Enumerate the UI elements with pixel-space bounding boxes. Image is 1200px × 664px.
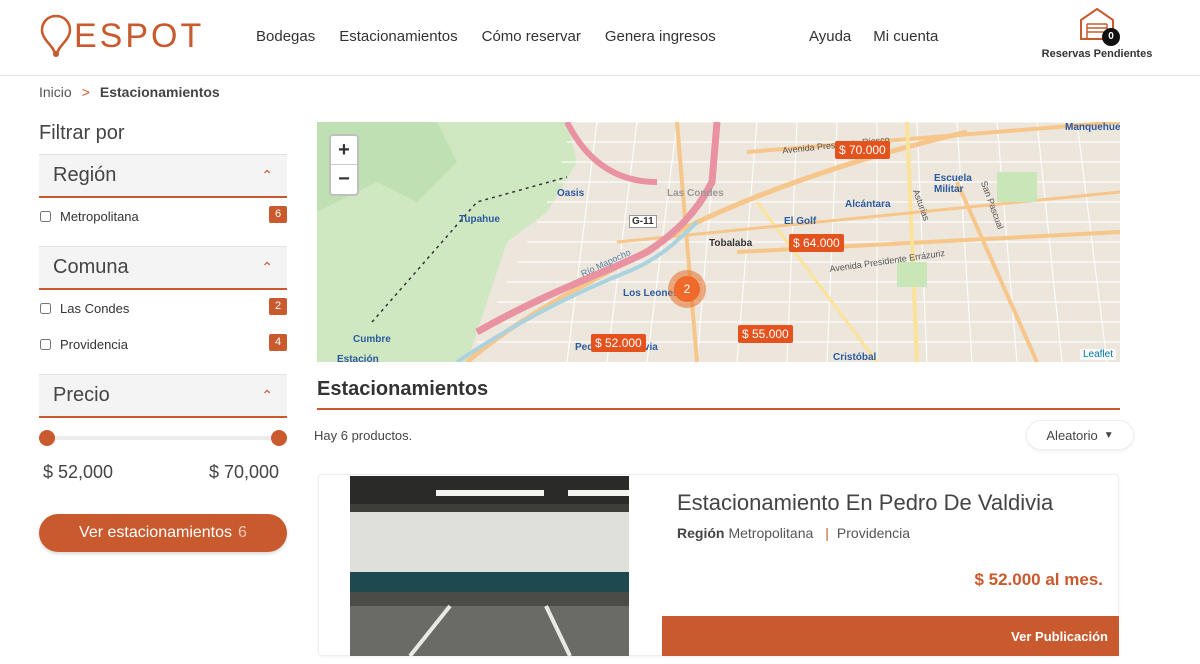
filter-comuna-header[interactable]: Comuna ⌃	[39, 246, 287, 290]
slider-fill	[45, 436, 281, 440]
filter-option: Providencia 4	[39, 326, 287, 362]
filter-region: Región ⌃ Metropolitana 6	[39, 154, 287, 234]
map-label: Cristóbal	[833, 352, 877, 362]
region-label: Región	[677, 525, 725, 541]
zoom-in-button[interactable]: +	[331, 136, 357, 165]
secondary-nav: Ayuda Mi cuenta	[809, 28, 938, 45]
price-marker[interactable]: $ 70.000	[835, 141, 890, 159]
comuna-value: Providencia	[836, 525, 911, 541]
brand-name: ESPOT	[74, 17, 205, 55]
reservas-count-badge: 0	[1102, 28, 1120, 46]
zoom-control: + −	[329, 134, 359, 196]
listing-title: Estacionamientos	[317, 378, 489, 400]
map-label: Alcántara	[845, 199, 891, 210]
filter-precio-header[interactable]: Precio ⌃	[39, 374, 287, 418]
button-label: Ver estacionamientos	[79, 524, 233, 541]
filter-option: Metropolitana 6	[39, 198, 287, 234]
option-label: Las Condes	[60, 300, 130, 316]
meta-separator: |	[825, 525, 829, 541]
chevron-up-icon: ⌃	[261, 259, 273, 275]
price-min-value: $ 52,000	[43, 462, 114, 482]
price-marker[interactable]: $ 55.000	[738, 325, 793, 343]
breadcrumb: Inicio > Estacionamientos	[39, 84, 220, 100]
region-value: Metropolitana	[728, 525, 814, 541]
price-max-value: $ 70,000	[209, 462, 280, 482]
listing-card[interactable]: Estacionamiento En Pedro De Valdivia Reg…	[318, 474, 1119, 656]
price-marker[interactable]: $ 52.000	[591, 334, 646, 352]
sort-dropdown[interactable]: Aleatorio ▼	[1026, 420, 1134, 450]
filter-region-header[interactable]: Región ⌃	[39, 154, 287, 198]
main-nav: Bodegas Estacionamientos Cómo reservar G…	[256, 28, 716, 45]
map-cluster[interactable]: 2	[668, 270, 706, 308]
option-count: 2	[269, 298, 287, 315]
nav-mi-cuenta[interactable]: Mi cuenta	[873, 28, 938, 45]
card-meta: Región Metropolitana | Providencia	[677, 525, 910, 541]
nav-genera-ingresos[interactable]: Genera ingresos	[605, 28, 716, 45]
nav-bodegas[interactable]: Bodegas	[256, 28, 315, 45]
checkbox-providencia[interactable]	[40, 338, 51, 350]
price-marker[interactable]: $ 64.000	[789, 234, 844, 252]
map-label: G-11	[629, 215, 657, 228]
breadcrumb-home[interactable]: Inicio	[39, 84, 72, 100]
map-label: Tupahue	[459, 214, 500, 225]
filter-comuna-title: Comuna	[53, 256, 129, 278]
map[interactable]: + − Oasis Tupahue Cumbre Estación Las Co…	[317, 122, 1120, 362]
map-label: Cumbre	[353, 334, 391, 345]
map-label: Tobalaba	[709, 238, 753, 249]
product-count: Hay 6 productos.	[314, 428, 413, 443]
header: ESPOT Bodegas Estacionamientos Cómo rese…	[0, 0, 1200, 76]
map-label: Oasis	[557, 188, 585, 199]
zoom-out-button[interactable]: −	[331, 165, 357, 194]
ver-estacionamientos-button[interactable]: Ver estacionamientos 6	[39, 514, 287, 552]
breadcrumb-current: Estacionamientos	[99, 84, 220, 100]
slider-min-handle[interactable]	[39, 430, 55, 446]
card-price: $ 52.000 al mes.	[974, 570, 1103, 589]
parking-image	[350, 476, 629, 656]
map-label: Escuela Militar	[934, 173, 972, 195]
filter-region-title: Región	[53, 164, 117, 186]
filter-option: Las Condes 2	[39, 290, 287, 326]
ver-publicacion-button[interactable]: Ver Publicación	[662, 616, 1119, 656]
listing-divider	[317, 408, 1120, 410]
checkbox-las-condes[interactable]	[40, 302, 51, 314]
cluster-count: 2	[674, 276, 700, 302]
option-count: 6	[269, 206, 287, 223]
card-title[interactable]: Estacionamiento En Pedro De Valdivia	[677, 490, 1053, 516]
filter-comuna: Comuna ⌃ Las Condes 2 Providencia 4	[39, 246, 287, 362]
map-label: Manquehue	[1065, 122, 1120, 133]
filter-title: Filtrar por	[39, 122, 125, 144]
nav-estacionamientos[interactable]: Estacionamientos	[339, 28, 457, 45]
location-pin-icon	[40, 14, 72, 57]
button-count: 6	[238, 524, 247, 541]
map-label: Estación	[337, 354, 379, 362]
nav-como-reservar[interactable]: Cómo reservar	[482, 28, 581, 45]
reservas-pendientes-button[interactable]: 0 Reservas Pendientes	[1040, 6, 1154, 68]
option-count: 4	[269, 334, 287, 351]
reservas-label: Reservas Pendientes	[1041, 48, 1153, 60]
sort-value: Aleatorio	[1046, 427, 1098, 443]
map-label: El Golf	[784, 216, 817, 227]
caret-down-icon: ▼	[1103, 429, 1114, 441]
filter-precio: Precio ⌃	[39, 374, 287, 418]
espot-logo[interactable]: ESPOT	[40, 14, 204, 58]
leaflet-attribution[interactable]: Leaflet	[1079, 349, 1116, 360]
option-label: Metropolitana	[60, 208, 139, 224]
breadcrumb-separator: >	[81, 84, 90, 100]
nav-ayuda[interactable]: Ayuda	[809, 28, 851, 45]
price-range-slider[interactable]	[39, 428, 287, 448]
map-label: Las Condes	[667, 188, 724, 199]
parking-photo[interactable]	[350, 476, 629, 656]
chevron-up-icon: ⌃	[261, 387, 273, 403]
checkbox-metropolitana[interactable]	[40, 210, 51, 222]
filter-precio-title: Precio	[53, 384, 110, 406]
chevron-up-icon: ⌃	[261, 167, 273, 183]
slider-max-handle[interactable]	[271, 430, 287, 446]
option-label: Providencia	[60, 336, 128, 352]
